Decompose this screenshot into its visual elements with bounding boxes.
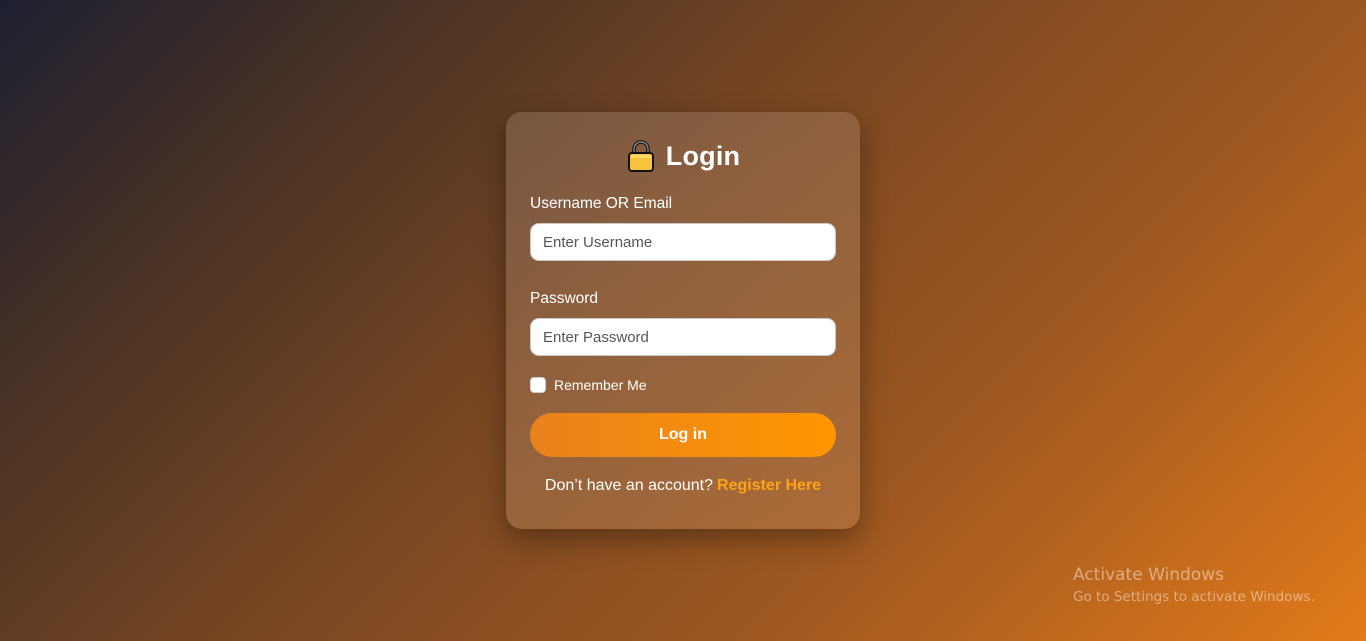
register-link[interactable]: Register Here	[717, 477, 821, 494]
login-header: Login	[530, 138, 836, 174]
remember-me-row[interactable]: Remember Me	[530, 375, 836, 395]
page-title: Login	[665, 140, 741, 171]
remember-me-checkbox[interactable]	[530, 377, 546, 393]
watermark-subtitle: Go to Settings to activate Windows.	[1073, 589, 1315, 605]
activate-windows-watermark: Activate Windows Go to Settings to activ…	[1073, 564, 1315, 606]
register-prompt: Don’t have an account?	[544, 477, 714, 494]
login-button[interactable]: Log in	[530, 413, 836, 457]
username-input[interactable]	[530, 223, 836, 261]
login-card: Login Username OR Email Password Remembe…	[506, 112, 860, 529]
lock-icon	[626, 139, 656, 173]
password-label: Password	[530, 290, 599, 307]
password-input[interactable]	[530, 318, 836, 356]
register-prompt-row: Don’t have an account? Register Here	[530, 476, 836, 496]
username-label: Username OR Email	[530, 195, 673, 212]
remember-me-label[interactable]: Remember Me	[554, 377, 647, 393]
watermark-title: Activate Windows	[1073, 565, 1224, 585]
